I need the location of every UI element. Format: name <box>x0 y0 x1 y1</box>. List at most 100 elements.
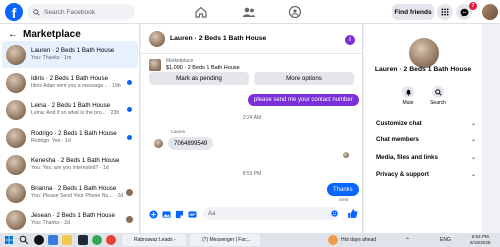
conversation-item[interactable]: Jesean · 2 Beds 1 Bath House You: Thanks … <box>2 206 138 233</box>
conversation-name: Brianna · 2 Beds 1 Bath House <box>31 185 117 193</box>
info-icon[interactable]: i <box>345 35 355 45</box>
groups-icon[interactable] <box>288 5 302 19</box>
conversation-preview: You: Thanks · 1m <box>31 55 72 62</box>
bell-icon <box>405 89 411 96</box>
conversation-details-panel: Lauren · 2 Beds 1 Bath House Mute Search… <box>364 24 482 233</box>
section-label: Privacy & support <box>376 171 429 178</box>
chat-title[interactable]: Lauren · 2 Beds 1 Bath House <box>170 35 266 42</box>
sidebar-header: ← Marketplace <box>8 29 81 40</box>
clock-date: 6/18/2025 <box>470 239 491 245</box>
conversation-preview: You: Yes, are you interested? · 1d <box>31 165 109 172</box>
sticker-icon[interactable] <box>175 210 184 219</box>
sender-name: Lauren <box>171 129 186 134</box>
conversation-item[interactable]: Kenesha · 2 Beds 1 Bath House You: Yes, a… <box>2 151 138 178</box>
conversation-preview: You: Please Send Your Phone Nu... · 2d <box>31 193 124 200</box>
friends-icon[interactable] <box>242 5 256 19</box>
conversation-item[interactable]: Idiris · 2 Beds 1 Bath House Idiris Adan … <box>2 69 138 96</box>
image-icon[interactable] <box>162 210 171 219</box>
search-label: Search <box>430 100 446 106</box>
menu-button[interactable] <box>437 4 453 20</box>
conversation-item[interactable]: Rodrigo · 2 Beds 1 Bath House Rodrigo: Ye… <box>2 124 138 151</box>
chat-members-row[interactable]: Chat members ⌄ <box>376 136 476 143</box>
listing-detail: $1,090 · 2 Beds 1 Bath House <box>166 64 240 71</box>
search-icon <box>434 88 442 96</box>
conversation-preview: Leina: And if so what is the pro... · 23… <box>31 110 120 117</box>
browser-icon[interactable] <box>92 235 102 245</box>
conversation-name: Leina · 2 Beds 1 Bath House <box>31 102 111 110</box>
svg-text:GIF: GIF <box>190 213 197 217</box>
conversation-item[interactable]: Leina · 2 Beds 1 Bath House Leina: And if… <box>2 96 138 123</box>
profile-avatar[interactable] <box>482 4 498 20</box>
app-icon[interactable] <box>48 235 58 245</box>
weather-icon[interactable] <box>328 235 338 245</box>
mute-label: Mute <box>402 100 414 106</box>
system-clock[interactable]: 8:53 PM 6/18/2025 <box>470 234 490 245</box>
conversation-thumbnail <box>6 154 26 175</box>
windows-start-icon[interactable] <box>4 235 14 245</box>
tiktok-icon[interactable] <box>34 235 44 245</box>
facebook-logo[interactable]: f <box>5 3 23 21</box>
unread-indicator <box>127 135 132 140</box>
app-icon[interactable] <box>78 235 88 245</box>
media-files-links-row[interactable]: Media, files and links ⌄ <box>376 154 476 161</box>
conversation-thumbnail <box>6 72 26 93</box>
privacy-support-row[interactable]: Privacy & support ⌄ <box>376 171 476 178</box>
message-input[interactable]: Aa <box>203 207 339 220</box>
incoming-message[interactable]: 7064899549 <box>168 137 214 150</box>
search-input[interactable]: Search Facebook <box>27 4 135 20</box>
weather-text[interactable]: Hot days ahead <box>341 237 376 243</box>
conversation-thumbnail <box>6 44 26 65</box>
clock-time: 8:53 PM <box>471 234 489 239</box>
mute-button[interactable]: Mute <box>393 86 423 106</box>
conversation-preview: Idiris Adan sent you a message... · 19h <box>31 83 121 90</box>
search-icon <box>33 8 40 16</box>
seen-avatar <box>126 189 133 196</box>
taskbar-app-leads[interactable]: Rabnawaz Leads - <box>122 234 186 246</box>
section-label: Customize chat <box>376 120 422 127</box>
tray-chevron-icon[interactable]: ⌃ <box>405 237 410 244</box>
customize-chat-row[interactable]: Customize chat ⌄ <box>376 120 476 127</box>
timestamp: 2:24 AM <box>242 115 262 121</box>
back-arrow-icon[interactable]: ← <box>8 29 18 40</box>
chat-panel: Lauren · 2 Beds 1 Bath House i Marketpla… <box>141 24 363 233</box>
find-friends-button[interactable]: Find friends <box>392 4 434 20</box>
seen-avatar <box>126 216 133 223</box>
search-icon[interactable] <box>19 235 29 245</box>
search-in-conversation-button[interactable]: Search <box>423 86 453 106</box>
outgoing-message[interactable]: please send me your contact number <box>248 94 359 106</box>
conversation-item[interactable]: Brianna · 2 Beds 1 Bath House You: Please… <box>2 179 138 206</box>
marketplace-inbox-sidebar: ← Marketplace Lauren · 2 Beds 1 Bath Hou… <box>0 24 140 233</box>
like-icon[interactable] <box>347 208 358 219</box>
details-thumbnail <box>409 38 439 68</box>
taskbar-app-messenger[interactable]: (7) Messenger | Fac... <box>190 234 260 246</box>
section-label: Media, files and links <box>376 154 438 161</box>
chat-listing-thumbnail[interactable] <box>149 30 165 47</box>
language-indicator[interactable]: ENG <box>440 237 451 243</box>
search-placeholder: Search Facebook <box>44 8 95 16</box>
conversation-name: Idiris · 2 Beds 1 Bath House <box>31 75 109 83</box>
home-icon[interactable] <box>194 5 208 19</box>
outgoing-message[interactable]: Thanks <box>327 183 359 196</box>
taskbar-app-label: (7) Messenger | Fac... <box>202 237 251 243</box>
chevron-down-icon: ⌄ <box>470 172 476 178</box>
messenger-icon <box>460 8 468 17</box>
notifications-badge[interactable]: 7 <box>469 2 477 10</box>
folder-icon[interactable] <box>62 235 72 245</box>
page-scrollbar[interactable] <box>482 24 500 233</box>
unread-indicator <box>127 107 132 112</box>
mark-as-pending-button[interactable]: Mark as pending <box>149 72 249 85</box>
conversation-preview: You: Thanks · 2d <box>31 220 70 227</box>
emoji-icon[interactable] <box>331 210 338 217</box>
browser-icon[interactable] <box>106 235 116 245</box>
conversation-item[interactable]: Lauren · 2 Beds 1 Bath House You: Thanks … <box>2 41 138 68</box>
seen-avatar <box>343 152 349 158</box>
gif-icon[interactable]: GIF <box>188 210 197 219</box>
more-options-button[interactable]: More options <box>254 72 354 85</box>
add-icon[interactable] <box>149 210 158 219</box>
conversation-thumbnail <box>6 209 26 230</box>
message-placeholder: Aa <box>208 210 216 217</box>
sent-status: Sent <box>339 197 349 202</box>
conversation-name: Jesean · 2 Beds 1 Bath House <box>31 212 115 220</box>
conversation-thumbnail <box>6 127 26 148</box>
unread-indicator <box>127 80 132 85</box>
